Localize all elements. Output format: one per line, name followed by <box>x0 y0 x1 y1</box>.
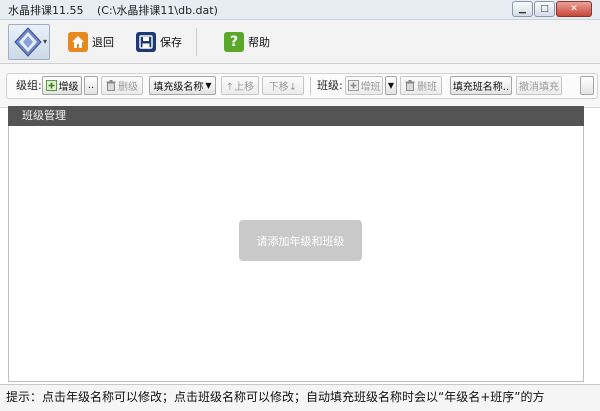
fill-class-name-button[interactable]: 填充班名称.. <box>450 76 512 95</box>
empty-state-message: 请添加年级和班级 <box>239 220 362 261</box>
grade-class-toolbar: 级组: 增级 .. 删级 填充级名称 ▼ ↑上移 下移↓ 班级: 增班 ▼ 删班… <box>0 64 600 108</box>
cancel-fill-button[interactable]: 撤消填充 <box>516 76 562 95</box>
chevron-down-icon: ▾ <box>42 37 47 46</box>
maximize-button[interactable]: □ <box>534 1 555 17</box>
file-path: (C:\水晶排课11\db.dat) <box>97 3 218 17</box>
app-menu-button[interactable]: ▾ <box>8 24 50 60</box>
close-icon: ✕ <box>570 3 578 14</box>
title-bar: 水晶排课11.55 (C:\水晶排课11\db.dat) ▁ □ ✕ <box>0 0 600 20</box>
add-item-icon <box>347 80 359 91</box>
cancel-fill-label: 撤消填充 <box>519 82 559 93</box>
window-title: 水晶排课11.55 (C:\水晶排课11\db.dat) <box>0 2 218 18</box>
status-hint: 提示：点击年级名称可以修改；点击班级名称可以修改；自动填充班级名称时会以“年级名… <box>6 390 545 404</box>
toolbar-overflow-button[interactable] <box>580 76 594 95</box>
home-icon <box>68 32 88 52</box>
grade-more-label: .. <box>87 80 95 91</box>
diamond-logo-icon <box>14 27 42 57</box>
add-item-icon <box>45 80 57 91</box>
fill-grade-name-dropdown[interactable]: 填充级名称 ▼ <box>149 76 216 95</box>
delete-grade-button[interactable]: 删级 <box>101 76 143 95</box>
minimize-icon: ▁ <box>519 3 526 14</box>
close-button[interactable]: ✕ <box>556 1 592 17</box>
add-class-label: 增班 <box>360 82 381 93</box>
minimize-button[interactable]: ▁ <box>512 1 533 17</box>
add-grade-label: 增级 <box>58 82 79 93</box>
delete-class-label: 删班 <box>417 82 437 93</box>
move-down-button[interactable]: 下移↓ <box>262 76 304 95</box>
grade-label: 级组: <box>16 79 42 92</box>
save-button[interactable]: 保存 <box>136 27 182 57</box>
add-class-dropdown[interactable]: ▼ <box>385 76 397 95</box>
status-bar: 提示：点击年级名称可以修改；点击班级名称可以修改；自动填充班级名称时会以“年级名… <box>0 384 600 411</box>
caret-down-icon: ▼ <box>387 81 395 90</box>
panel-header: 班级管理 <box>8 106 584 126</box>
add-class-button[interactable]: 增班 <box>345 76 383 95</box>
section-divider <box>310 77 311 95</box>
maximize-icon: □ <box>540 3 549 14</box>
delete-class-button[interactable]: 删班 <box>400 76 442 95</box>
help-label: 帮助 <box>248 36 270 49</box>
question-mark-icon: ? <box>224 32 244 52</box>
move-up-label: ↑上移 <box>225 82 255 93</box>
trash-icon <box>106 80 116 91</box>
toolbar-divider <box>196 28 197 56</box>
back-label: 退回 <box>92 36 114 49</box>
fill-class-name-label: 填充班名称.. <box>452 82 510 93</box>
move-up-button[interactable]: ↑上移 <box>221 76 259 95</box>
class-label: 班级: <box>317 79 343 92</box>
empty-state-text: 请添加年级和班级 <box>256 234 345 248</box>
add-grade-button[interactable]: 增级 <box>42 76 82 95</box>
panel-title: 班级管理 <box>22 109 66 122</box>
caret-down-icon: ▼ <box>205 81 212 90</box>
back-button[interactable]: 退回 <box>68 27 114 57</box>
grade-more-button[interactable]: .. <box>84 76 98 95</box>
window-controls: ▁ □ ✕ <box>512 1 592 17</box>
floppy-disk-icon <box>136 32 156 52</box>
help-button[interactable]: ? 帮助 <box>224 27 270 57</box>
move-down-label: 下移↓ <box>268 82 298 93</box>
save-label: 保存 <box>160 36 182 49</box>
delete-grade-label: 删级 <box>118 82 138 93</box>
app-title: 水晶排课11.55 <box>8 3 84 17</box>
trash-icon <box>405 80 415 91</box>
main-toolbar: ▾ 退回 保存 ? 帮助 <box>0 20 600 64</box>
fill-grade-name-label: 填充级名称 <box>153 82 204 93</box>
